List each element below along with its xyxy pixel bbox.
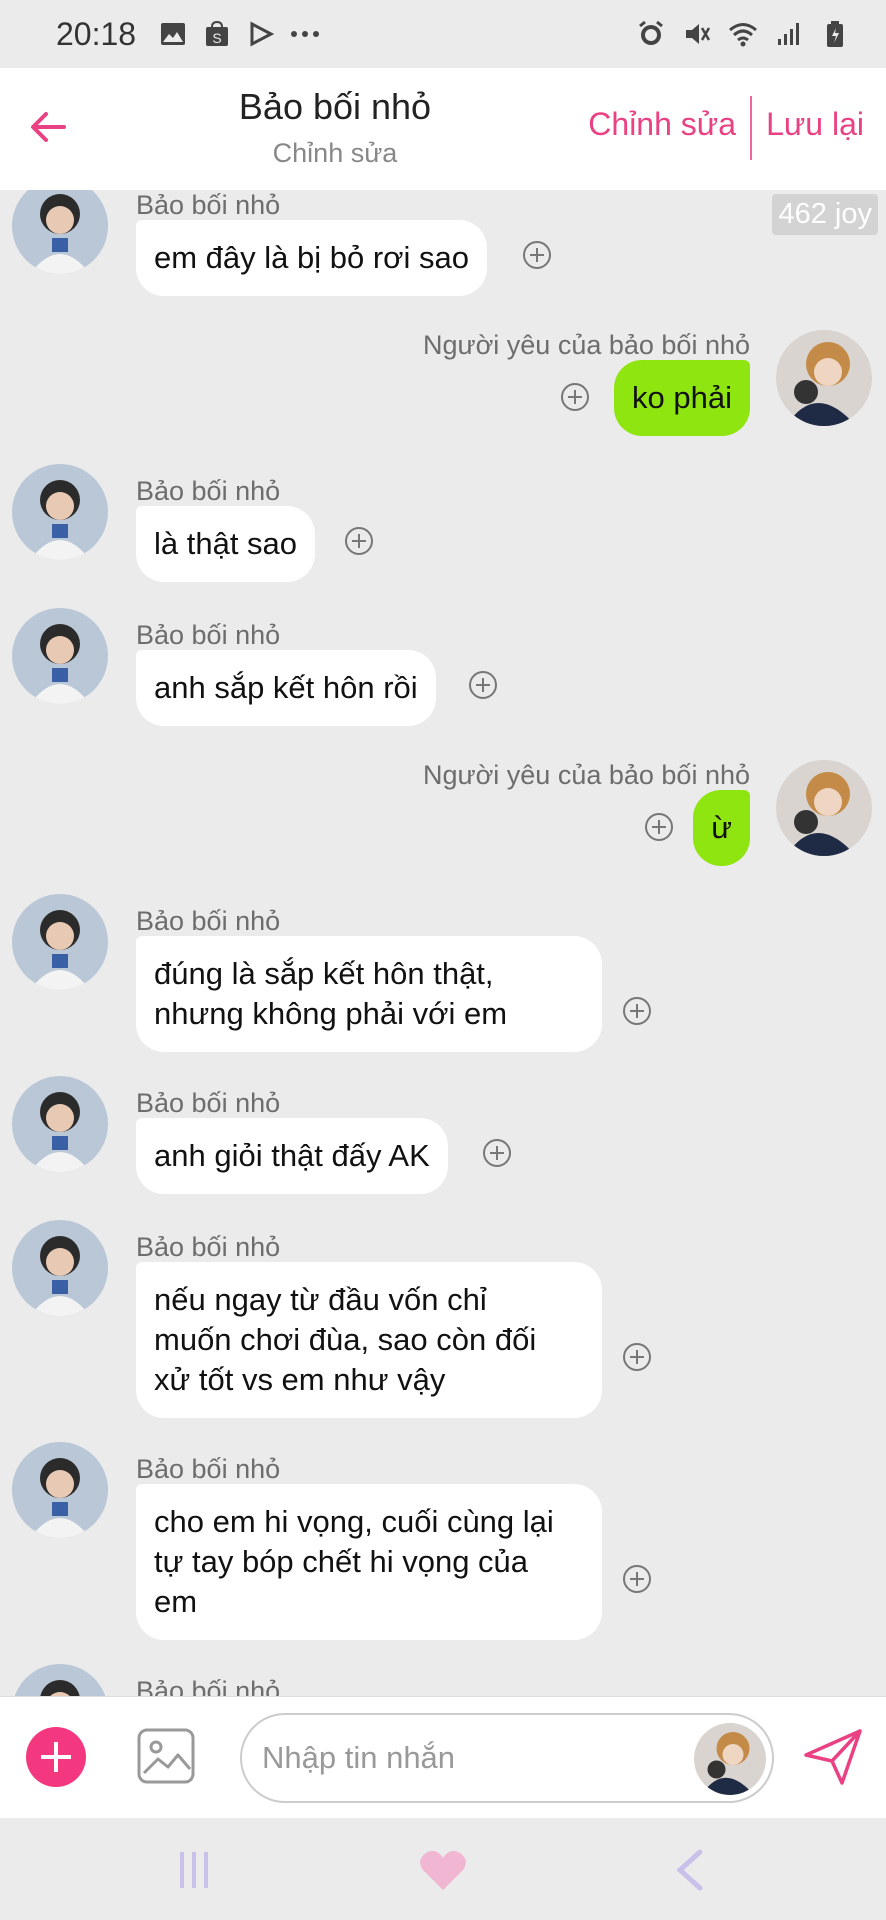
title-block: Bảo bối nhỏ Chỉnh sửa	[190, 86, 480, 169]
image-icon	[137, 1728, 195, 1784]
message-bubble[interactable]: đúng là sắp kết hôn thật, nhưng không ph…	[136, 936, 602, 1052]
header-divider	[750, 96, 752, 160]
back-nav-button[interactable]	[666, 1848, 716, 1892]
status-right-icons	[628, 19, 858, 49]
avatar[interactable]	[12, 1076, 108, 1172]
message-bubble[interactable]: ừ	[693, 790, 750, 866]
avatar[interactable]	[776, 330, 872, 426]
avatar[interactable]	[12, 190, 108, 274]
add-reaction-icon[interactable]	[344, 526, 374, 556]
more-dots-icon	[290, 19, 320, 49]
message-line: muốn chơi đùa, sao còn đối	[154, 1322, 537, 1357]
status-time: 20:18	[56, 15, 137, 52]
back-chevron-icon	[676, 1849, 703, 1891]
message-bubble[interactable]: là thật sao	[136, 506, 316, 582]
joy-badge: 462 joy	[772, 194, 878, 235]
message-line: đúng là sắp kết hôn thật,	[154, 956, 494, 991]
message-bubble[interactable]: nếu ngay từ đầu vốn chỉ muốn chơi đùa, s…	[136, 1262, 602, 1418]
sender-name: Người yêu của bảo bối nhỏ	[423, 760, 750, 790]
back-arrow-icon	[31, 112, 66, 142]
message-bubble[interactable]: cho em hi vọng, cuối cùng lại tự tay bóp…	[136, 1484, 602, 1640]
sender-name: Bảo bối nhỏ	[136, 906, 281, 936]
wifi-icon	[728, 19, 758, 49]
play-icon	[246, 19, 276, 49]
page-subtitle: Chỉnh sửa	[272, 138, 398, 168]
svg-text:S: S	[212, 30, 221, 46]
gallery-icon	[158, 19, 188, 49]
send-button[interactable]	[802, 1727, 864, 1787]
recent-apps-button[interactable]	[170, 1848, 220, 1892]
edit-button[interactable]: Chỉnh sửa	[588, 106, 736, 143]
add-reaction-icon[interactable]	[468, 670, 498, 700]
system-nav-bar	[0, 1818, 886, 1920]
avatar[interactable]	[12, 894, 108, 990]
sender-name: Bảo bối nhỏ	[136, 1232, 281, 1262]
avatar[interactable]	[12, 1442, 108, 1538]
sender-name: Bảo bối nhỏ	[136, 190, 281, 220]
message-line: tự tay bóp chết hi vọng của	[154, 1544, 529, 1579]
message-line: cho em hi vọng, cuối cùng lại	[154, 1504, 554, 1539]
message-line: xử tốt vs em như vậy	[154, 1362, 446, 1397]
avatar[interactable]	[776, 760, 872, 856]
message-bubble[interactable]: em đây là bị bỏ rơi sao	[136, 220, 487, 296]
avatar[interactable]	[12, 1664, 108, 1696]
image-picker-button[interactable]	[136, 1727, 196, 1785]
sender-name: Người yêu của bảo bối nhỏ	[423, 330, 750, 360]
composer-bar: Nhập tin nhắn	[0, 1696, 886, 1818]
message-input-placeholder: Nhập tin nhắn	[262, 1740, 456, 1775]
shop-icon: S	[202, 19, 232, 49]
signal-icon	[774, 19, 804, 49]
add-reaction-icon[interactable]	[644, 812, 674, 842]
back-button[interactable]	[26, 104, 72, 150]
sender-name: Bảo bối nhỏ	[136, 1676, 281, 1696]
sender-name: Bảo bối nhỏ	[136, 476, 281, 506]
message-line: em	[154, 1584, 198, 1619]
status-bar: 20:18 S	[0, 0, 886, 68]
chat-area[interactable]: Bảo bối nhỏ em đây là bị bỏ rơi sao 462 …	[0, 190, 886, 1696]
avatar[interactable]	[12, 1220, 108, 1316]
home-button[interactable]	[418, 1848, 468, 1892]
message-bubble[interactable]: ko phải	[614, 360, 750, 436]
avatar[interactable]	[12, 608, 108, 704]
battery-icon	[820, 19, 850, 49]
alarm-icon	[636, 19, 666, 49]
add-reaction-icon[interactable]	[482, 1138, 512, 1168]
avatar[interactable]	[12, 464, 108, 560]
add-reaction-icon[interactable]	[622, 996, 652, 1026]
sender-name: Bảo bối nhỏ	[136, 1088, 281, 1118]
add-reaction-icon[interactable]	[522, 240, 552, 270]
chat-header: Bảo bối nhỏ Chỉnh sửa Chỉnh sửa Lưu lại	[0, 68, 886, 190]
add-reaction-icon[interactable]	[560, 382, 590, 412]
message-input[interactable]: Nhập tin nhắn	[240, 1713, 774, 1803]
add-button[interactable]	[26, 1727, 86, 1787]
sender-name: Bảo bối nhỏ	[136, 1454, 281, 1484]
message-line: nếu ngay từ đầu vốn chỉ	[154, 1282, 487, 1317]
add-reaction-icon[interactable]	[622, 1564, 652, 1594]
message-bubble[interactable]: anh sắp kết hôn rồi	[136, 650, 436, 726]
page-title: Bảo bối nhỏ	[238, 86, 432, 127]
mute-icon	[682, 19, 712, 49]
message-bubble[interactable]: anh giỏi thật đấy AK	[136, 1118, 448, 1194]
sender-switch-avatar[interactable]	[694, 1723, 766, 1795]
add-reaction-icon[interactable]	[622, 1342, 652, 1372]
send-icon	[804, 1729, 862, 1785]
heart-home-icon	[420, 1850, 466, 1890]
sender-name: Bảo bối nhỏ	[136, 620, 281, 650]
message-line: nhưng không phải với em	[154, 996, 508, 1031]
save-button[interactable]: Lưu lại	[766, 106, 864, 143]
recent-apps-icon	[180, 1852, 208, 1888]
